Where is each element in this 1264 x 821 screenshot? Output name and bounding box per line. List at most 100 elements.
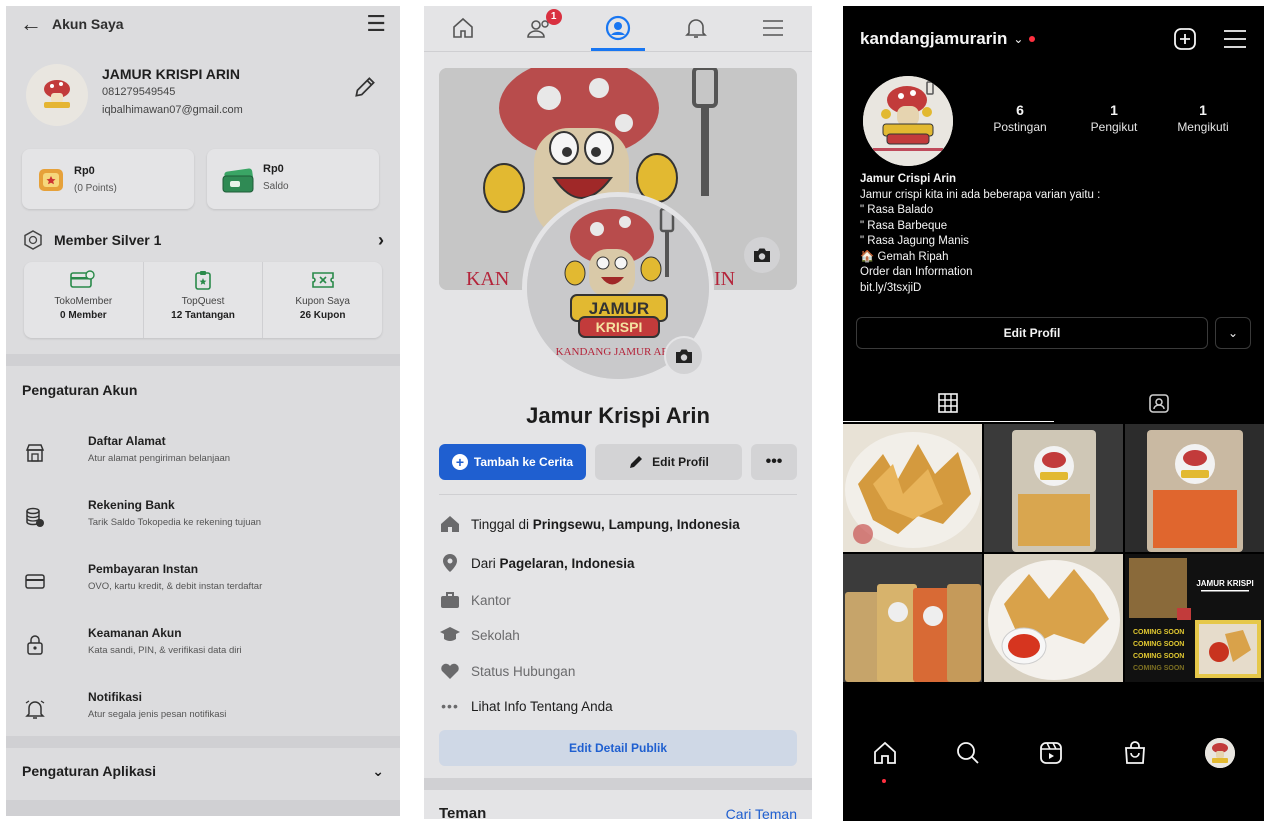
setting-item-instant-payment[interactable]: Pembayaran Instan OVO, kartu kredit, & d… — [22, 560, 384, 610]
post-thumbnail-coming-soon[interactable]: JAMUR KRISPI COMING SOON COMING SOON COM… — [1125, 554, 1264, 682]
page-title: Akun Saya — [52, 16, 124, 32]
info-relationship[interactable]: Status Hubungan — [439, 659, 797, 683]
find-friends-link[interactable]: Cari Teman — [726, 806, 797, 819]
info-school[interactable]: Sekolah — [439, 623, 797, 647]
hamburger-menu-icon[interactable]: ☰ — [366, 11, 386, 37]
stat-following[interactable]: 1 Mengikuti — [1158, 102, 1248, 134]
post-thumbnail[interactable] — [984, 554, 1123, 682]
chevron-down-icon: ⌄ — [372, 763, 384, 779]
setting-item-security[interactable]: Keamanan Akun Kata sandi, PIN, & verifik… — [22, 624, 384, 674]
reels-icon[interactable] — [1038, 740, 1064, 766]
points-amount: Rp0 — [74, 165, 95, 177]
info-text: Sekolah — [471, 627, 520, 643]
stat-posts[interactable]: 6 Postingan — [975, 102, 1065, 134]
posts-grid: JAMUR KRISPI COMING SOON COMING SOON COM… — [843, 424, 1264, 682]
stat-number: 1 — [1110, 102, 1118, 118]
post-thumbnail[interactable] — [843, 424, 982, 552]
location-pin-icon — [439, 552, 461, 574]
post-thumbnail[interactable] — [843, 554, 982, 682]
bio-line: " Rasa Jagung Manis — [860, 235, 969, 247]
cover-text-right: IN — [714, 268, 736, 290]
chevron-down-icon[interactable]: ⌄ — [1013, 32, 1023, 46]
add-post-icon[interactable] — [1173, 27, 1197, 51]
member-item-label: TopQuest — [181, 296, 225, 307]
more-dots-icon: ••• — [765, 453, 783, 470]
info-value: Pringsewu, Lampung, Indonesia — [532, 516, 740, 532]
bio-link[interactable]: bit.ly/3tsxjiD — [860, 281, 1247, 297]
username[interactable]: kandangjamurarin — [860, 29, 1007, 49]
edit-profile-button[interactable]: Edit Profil — [595, 444, 742, 480]
toko-member-item[interactable]: TokoMember 0 Member — [24, 262, 144, 338]
edit-cover-camera-button[interactable] — [744, 237, 780, 273]
post-thumbnail[interactable] — [1125, 424, 1264, 552]
member-benefits-card: TokoMember 0 Member TopQuest 12 Tantanga… — [24, 262, 382, 338]
setting-item-notification[interactable]: Notifikasi Atur segala jenis pesan notif… — [22, 688, 384, 738]
search-icon[interactable] — [955, 740, 981, 766]
back-arrow-icon[interactable]: ← — [20, 11, 42, 37]
logo-text-jamur: JAMUR — [589, 299, 649, 318]
profile-nav-avatar[interactable] — [1205, 738, 1236, 768]
tab-menu[interactable] — [734, 6, 812, 51]
bell-icon — [684, 19, 707, 38]
top-bar: ← Akun Saya ☰ — [6, 6, 400, 42]
friends-heading: Teman — [439, 805, 487, 819]
edit-public-details-button[interactable]: Edit Detail Publik — [439, 730, 797, 766]
store-icon — [25, 444, 45, 462]
lock-icon — [27, 635, 43, 655]
coming-soon-poster: JAMUR KRISPI COMING SOON COMING SOON COM… — [1125, 554, 1264, 682]
chevron-right-icon: › — [378, 229, 384, 250]
tab-home[interactable] — [424, 6, 502, 51]
suggestions-toggle-button[interactable]: ⌄ — [1215, 317, 1251, 349]
setting-title: Keamanan Akun — [88, 626, 182, 640]
add-to-story-button[interactable]: + Tambah ke Cerita — [439, 444, 586, 480]
info-text: Lihat Info Tentang Anda — [471, 698, 613, 714]
setting-item-bank[interactable]: Rekening Bank Tarik Saldo Tokopedia ke r… — [22, 496, 384, 546]
setting-subtitle: Atur segala jenis pesan notifikasi — [88, 709, 227, 720]
top-nav-bar: 1 — [424, 6, 812, 52]
logo-caption: KANDANG JAMUR ARIN — [556, 346, 681, 358]
tab-posts-grid[interactable] — [843, 384, 1054, 422]
tab-tagged[interactable] — [1054, 384, 1264, 422]
info-work[interactable]: Kantor — [439, 588, 797, 612]
edit-profile-button[interactable]: Edit Profil — [856, 317, 1208, 349]
fried-mushroom-photo — [843, 424, 982, 552]
avatar[interactable] — [26, 64, 88, 126]
coming-soon-text: COMING SOON — [1133, 641, 1184, 648]
profile-email: iqbalhimawan07@gmail.com — [102, 104, 243, 116]
member-item-value: 26 Kupon — [299, 310, 346, 321]
saldo-wallet-card[interactable]: Rp0 Saldo — [207, 149, 379, 209]
hamburger-menu-icon[interactable] — [1223, 28, 1247, 50]
bio: Jamur Crispi Arin Jamur crispi kita ini … — [860, 172, 1247, 296]
stat-number: 1 — [1199, 102, 1207, 118]
post-thumbnail[interactable] — [984, 424, 1123, 552]
briefcase-icon — [439, 589, 461, 611]
setting-item-address[interactable]: Daftar Alamat Atur alamat pengiriman bel… — [22, 432, 384, 482]
more-options-button[interactable]: ••• — [751, 444, 797, 480]
tab-notifications[interactable] — [657, 6, 735, 51]
content-tabs — [843, 384, 1264, 422]
tab-profile[interactable] — [579, 6, 657, 51]
info-see-about[interactable]: ••• Lihat Info Tentang Anda — [439, 694, 797, 718]
profile-icon — [605, 15, 631, 41]
app-settings-row[interactable]: Pengaturan Aplikasi ⌄ — [22, 763, 384, 780]
shop-bag-icon[interactable] — [1122, 740, 1148, 766]
stat-followers[interactable]: 1 Pengikut — [1069, 102, 1159, 134]
member-item-value: 0 Member — [59, 310, 107, 321]
member-badge-icon — [24, 230, 42, 250]
edit-avatar-camera-button[interactable] — [664, 336, 704, 376]
top-quest-item[interactable]: TopQuest 12 Tantangan — [144, 262, 264, 338]
points-wallet-card[interactable]: Rp0 (0 Points) — [22, 149, 194, 209]
info-text: Kantor — [471, 592, 511, 608]
coming-soon-text: COMING SOON — [1133, 665, 1184, 672]
pencil-edit-icon[interactable] — [352, 74, 378, 100]
bell-icon — [25, 700, 45, 719]
tab-friends[interactable]: 1 — [502, 6, 580, 51]
home-icon — [452, 17, 473, 38]
home-icon[interactable] — [872, 740, 898, 766]
instagram-profile-screen: kandangjamurarin ⌄ 6 Postingan 1 Pengiku… — [843, 6, 1264, 821]
kupon-item[interactable]: Kupon Saya 26 Kupon — [263, 262, 382, 338]
member-level-row[interactable]: Member Silver 1 › — [22, 226, 384, 254]
profile-avatar[interactable] — [863, 76, 953, 166]
setting-subtitle: Atur alamat pengiriman belanjaan — [88, 453, 231, 464]
points-badge-icon — [39, 169, 63, 191]
